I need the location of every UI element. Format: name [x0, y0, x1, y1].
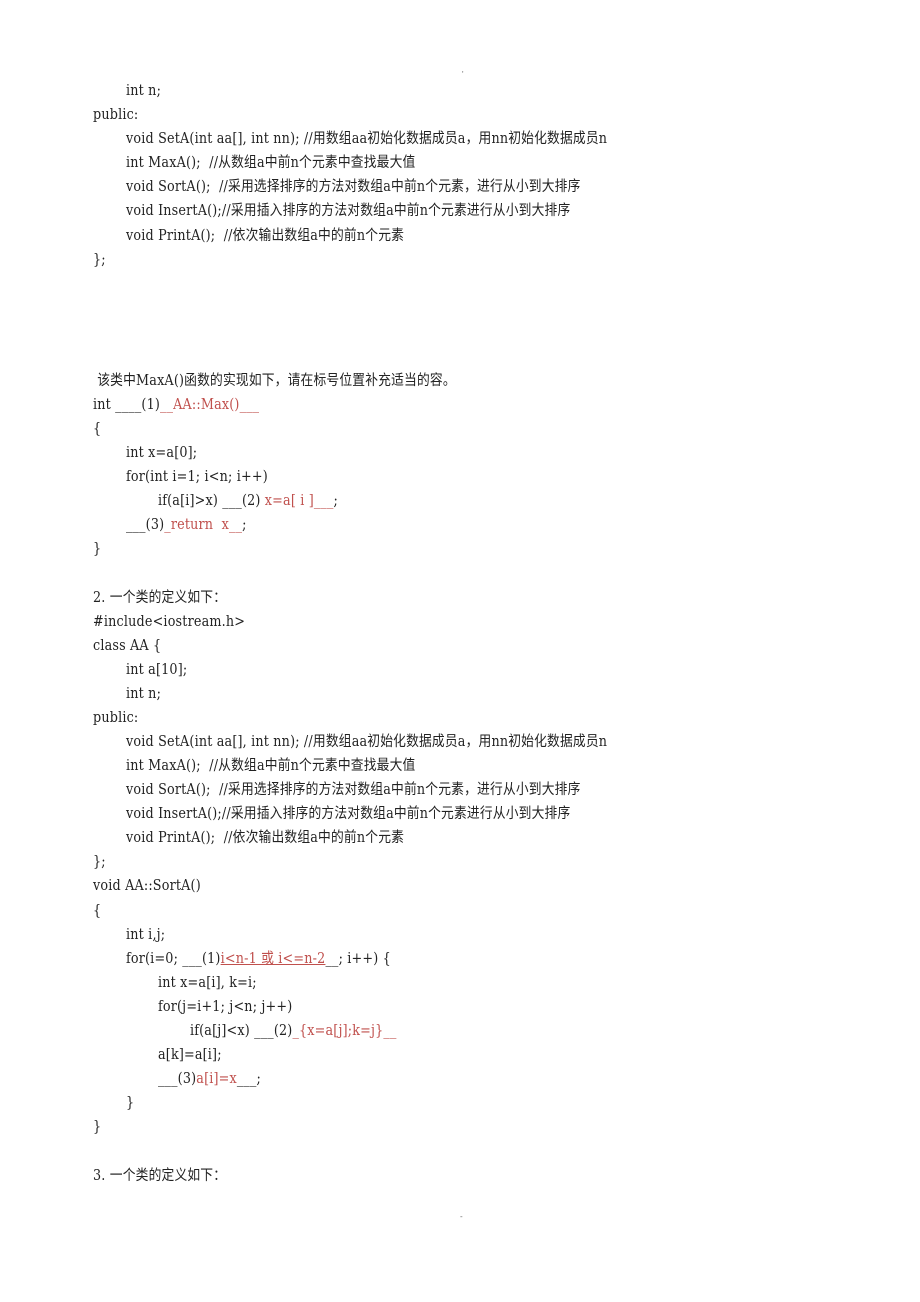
- code-line: class AA {: [93, 638, 162, 654]
- code-line: };: [93, 252, 106, 268]
- code-line: }: [126, 1095, 135, 1111]
- code-line: int a[10];: [126, 662, 188, 678]
- code-line: if(a[i]>x) ___(2) x=a[ i ]___;: [158, 489, 338, 513]
- code-line: {: [93, 903, 102, 919]
- question-heading: 3. 一个类的定义如下：: [93, 1168, 227, 1184]
- code-line: int i,j;: [126, 927, 166, 943]
- answer-3: a[i]=x: [196, 1071, 237, 1087]
- code-text: ___;: [236, 1071, 262, 1087]
- code-line: void SetA(int aa[], int nn); //用数组aa初始化数…: [126, 131, 608, 147]
- code-line: void SortA(); //采用选择排序的方法对数组a中前n个元素，进行从小…: [126, 782, 581, 798]
- code-line: for(int i=1; i<n; i++): [126, 469, 268, 485]
- code-text: ;: [333, 493, 339, 509]
- code-line: void AA::SortA(): [93, 878, 201, 894]
- page-mark-bottom: -: [460, 1212, 463, 1221]
- code-line: void SortA(); //采用选择排序的方法对数组a中前n个元素，进行从小…: [126, 179, 581, 195]
- code-line: int n;: [126, 83, 162, 99]
- code-text: if(a[j]<x) ___(2): [190, 1023, 293, 1039]
- question-prompt: 该类中MaxA()函数的实现如下，请在标号位置补充适当的容。: [93, 373, 456, 389]
- code-text: int ____(1): [93, 397, 161, 413]
- code-text: __; i++) {: [325, 951, 391, 967]
- code-line: a[k]=a[i];: [158, 1047, 222, 1063]
- answer-3: _return x__: [164, 517, 243, 533]
- code-line: ___(3)_return x__;: [126, 513, 247, 537]
- page-mark-top: ': [462, 70, 464, 79]
- code-line: int ____(1)__AA::Max()___: [93, 393, 259, 417]
- code-line: void PrintA(); //依次输出数组a中的前n个元素: [126, 830, 405, 846]
- answer-2: x=a[ i ]___: [264, 493, 334, 509]
- code-line: int x=a[0];: [126, 445, 198, 461]
- code-line: int n;: [126, 686, 162, 702]
- code-line: public:: [93, 107, 139, 123]
- code-line: for(j=i+1; j<n; j++): [158, 999, 293, 1015]
- code-text: ;: [242, 517, 247, 533]
- code-line: };: [93, 854, 106, 870]
- code-line: for(i=0; ___(1)i<n-1 或 i<=n-2__; i++) {: [126, 947, 391, 971]
- answer-1: i<n-1 或 i<=n-2: [220, 951, 326, 967]
- code-line: }: [93, 1119, 102, 1135]
- code-text: ___(3): [126, 517, 165, 533]
- code-line: #include<iostream.h>: [93, 614, 246, 630]
- code-line: public:: [93, 710, 139, 726]
- code-line: void InsertA();//采用插入排序的方法对数组a中前n个元素进行从小…: [126, 806, 571, 822]
- code-line: {: [93, 421, 102, 437]
- code-text: ___(3): [158, 1071, 197, 1087]
- answer-2: _{x=a[j];k=j}__: [292, 1023, 397, 1039]
- question-heading: 2. 一个类的定义如下：: [93, 590, 227, 606]
- code-line: int MaxA(); //从数组a中前n个元素中查找最大值: [126, 758, 416, 774]
- code-line: }: [93, 541, 102, 557]
- code-line: int MaxA(); //从数组a中前n个元素中查找最大值: [126, 155, 416, 171]
- code-line: void InsertA();//采用插入排序的方法对数组a中前n个元素进行从小…: [126, 203, 571, 219]
- code-line: if(a[j]<x) ___(2)_{x=a[j];k=j}__: [190, 1019, 397, 1043]
- code-line: void SetA(int aa[], int nn); //用数组aa初始化数…: [126, 734, 608, 750]
- code-text: for(i=0; ___(1): [126, 951, 221, 967]
- code-line: int x=a[i], k=i;: [158, 975, 257, 991]
- code-line: void PrintA(); //依次输出数组a中的前n个元素: [126, 228, 405, 244]
- code-text: if(a[i]>x) ___(2): [158, 493, 265, 509]
- answer-1: __AA::Max()___: [160, 397, 260, 413]
- code-line: ___(3)a[i]=x___;: [158, 1067, 261, 1091]
- document-page: ' int n; public: void SetA(int aa[], int…: [0, 0, 920, 1302]
